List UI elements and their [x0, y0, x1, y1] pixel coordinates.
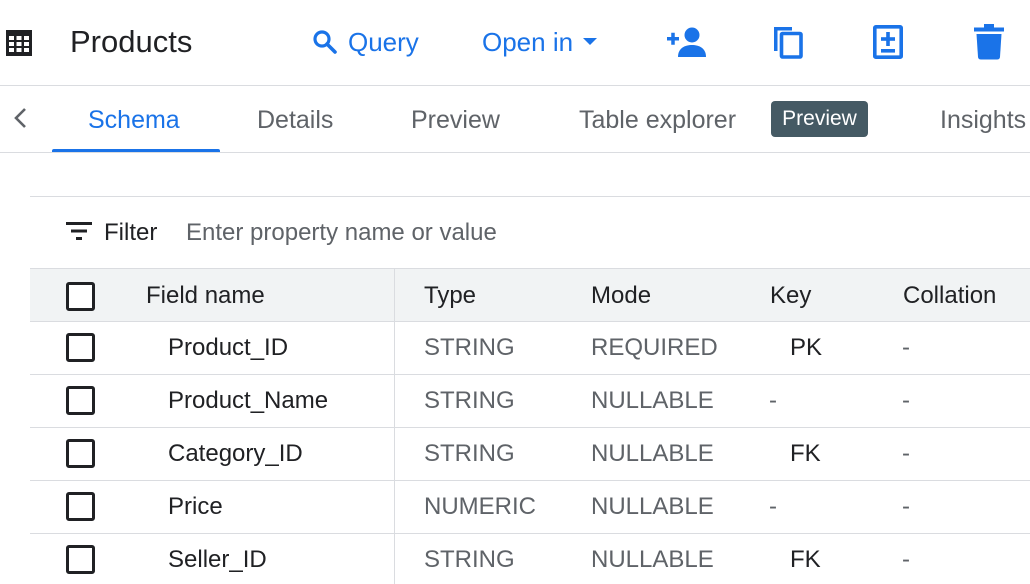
open-in-button[interactable]: Open in: [482, 22, 598, 62]
table-icon: [6, 30, 32, 56]
key-cell: FK: [790, 546, 821, 573]
type-cell: STRING: [424, 546, 515, 573]
column-header-collation[interactable]: Collation: [903, 269, 996, 323]
tab-schema[interactable]: Schema: [88, 87, 180, 152]
share-person-add-icon: [666, 26, 708, 63]
tab-preview[interactable]: Preview: [411, 87, 500, 152]
field-name-cell: Product_Name: [168, 387, 329, 414]
table-row[interactable]: Category_ID STRING NULLABLE FK -: [30, 428, 1030, 481]
type-cell: STRING: [424, 387, 515, 414]
table-row[interactable]: Product_ID STRING REQUIRED PK -: [30, 322, 1030, 375]
tab-details[interactable]: Details: [257, 87, 333, 152]
select-all-checkbox[interactable]: [66, 282, 95, 311]
collation-cell: -: [902, 440, 910, 467]
filter-input[interactable]: [186, 214, 686, 252]
delete-icon: [974, 23, 1004, 65]
field-name-cell: Product_ID: [168, 334, 289, 361]
tab-table-explorer[interactable]: Table explorer: [579, 87, 736, 152]
column-header-field-name[interactable]: Field name: [146, 269, 265, 323]
type-cell: STRING: [424, 440, 515, 467]
query-button[interactable]: Query: [312, 22, 419, 62]
filter-control[interactable]: Filter: [66, 214, 157, 252]
copy-icon: [772, 25, 804, 64]
share-button[interactable]: [665, 24, 709, 64]
filter-label: Filter: [104, 219, 158, 246]
query-button-label: Query: [348, 26, 419, 57]
row-checkbox[interactable]: [66, 439, 95, 468]
mode-cell: NULLABLE: [591, 546, 714, 573]
tabs-scroll-left-button[interactable]: [6, 105, 34, 135]
type-cell: STRING: [424, 334, 515, 361]
table-header-row: Field name Type Mode Key Collation: [30, 268, 1030, 322]
key-cell: -: [769, 493, 777, 520]
preview-badge: Preview: [771, 101, 868, 137]
column-header-key[interactable]: Key: [770, 269, 811, 323]
row-checkbox[interactable]: [66, 386, 95, 415]
key-cell: FK: [790, 440, 821, 467]
chevron-left-icon: [13, 107, 27, 134]
collation-cell: -: [902, 546, 910, 573]
filter-icon: [66, 221, 92, 246]
column-header-mode[interactable]: Mode: [591, 269, 651, 323]
copy-button[interactable]: [766, 24, 810, 64]
key-cell: -: [769, 387, 777, 414]
column-header-type[interactable]: Type: [424, 269, 476, 323]
collation-cell: -: [902, 334, 910, 361]
delete-button[interactable]: [967, 23, 1011, 65]
table-row[interactable]: Seller_ID STRING NULLABLE FK -: [30, 534, 1030, 584]
field-name-cell: Price: [168, 493, 223, 520]
filter-divider: [30, 196, 1030, 197]
snapshot-add-icon: [872, 24, 903, 64]
collation-cell: -: [902, 387, 910, 414]
tab-insights[interactable]: Insights: [940, 87, 1026, 152]
tab-bar: Schema Details Preview Table explorer Pr…: [0, 87, 1030, 153]
mode-cell: NULLABLE: [591, 493, 714, 520]
key-cell: PK: [790, 334, 823, 361]
row-checkbox[interactable]: [66, 545, 95, 574]
field-name-cell: Seller_ID: [168, 546, 267, 573]
collation-cell: -: [902, 493, 910, 520]
mode-cell: NULLABLE: [591, 440, 714, 467]
field-name-cell: Category_ID: [168, 440, 303, 467]
open-in-button-label: Open in: [482, 26, 574, 57]
row-checkbox[interactable]: [66, 333, 95, 362]
table-row[interactable]: Price NUMERIC NULLABLE - -: [30, 481, 1030, 534]
mode-cell: NULLABLE: [591, 387, 714, 414]
active-tab-indicator: [52, 149, 220, 152]
row-checkbox[interactable]: [66, 492, 95, 521]
column-divider[interactable]: [394, 268, 395, 584]
table-header-bar: Products Query Open in: [0, 0, 1030, 86]
snapshot-button[interactable]: [866, 24, 910, 64]
table-row[interactable]: Product_Name STRING NULLABLE - -: [30, 375, 1030, 428]
dropdown-caret-icon: [583, 37, 598, 47]
search-icon: [312, 29, 338, 55]
mode-cell: REQUIRED: [591, 334, 718, 361]
page-title: Products: [70, 24, 193, 59]
type-cell: NUMERIC: [424, 493, 536, 520]
